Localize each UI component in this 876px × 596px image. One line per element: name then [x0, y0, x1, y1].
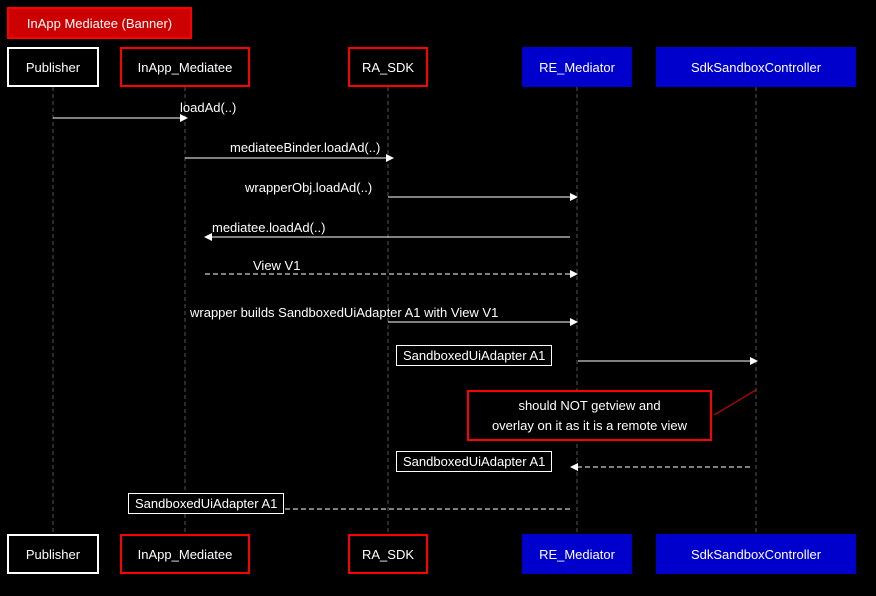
- label-wrapper-obj: wrapperObj.loadAd(..): [245, 180, 372, 195]
- re-mediator-bottom-box: RE_Mediator: [522, 534, 632, 574]
- label-wrapper-builds: wrapper builds SandboxedUiAdapter A1 wit…: [190, 305, 498, 320]
- inapp-mediatee-bottom-box: InApp_Mediatee: [120, 534, 250, 574]
- label-load-ad: loadAd(..): [180, 100, 236, 115]
- note-text: should NOT getview andoverlay on it as i…: [492, 398, 687, 433]
- diagram-title: InApp Mediatee (Banner): [7, 7, 192, 39]
- publisher-top-box: Publisher: [7, 47, 99, 87]
- label-mediatee-binder: mediateeBinder.loadAd(..): [230, 140, 380, 155]
- inapp-mediatee-top-box: InApp_Mediatee: [120, 47, 250, 87]
- label-sandboxed-adapter-3: SandboxedUiAdapter A1: [128, 493, 284, 514]
- ra-sdk-top-box: RA_SDK: [348, 47, 428, 87]
- sdk-sandbox-top-box: SdkSandboxController: [656, 47, 856, 87]
- re-mediator-top-box: RE_Mediator: [522, 47, 632, 87]
- title-text: InApp Mediatee (Banner): [27, 16, 172, 31]
- label-mediatee-load-ad: mediatee.loadAd(..): [212, 220, 325, 235]
- sdk-sandbox-bottom-box: SdkSandboxController: [656, 534, 856, 574]
- note-box: should NOT getview andoverlay on it as i…: [467, 390, 712, 441]
- label-view-v1: View V1: [253, 258, 300, 273]
- publisher-bottom-box: Publisher: [7, 534, 99, 574]
- label-sandboxed-adapter-1: SandboxedUiAdapter A1: [396, 345, 552, 366]
- diagram: InApp Mediatee (Banner) Publisher InApp_…: [0, 0, 876, 596]
- label-sandboxed-adapter-2: SandboxedUiAdapter A1: [396, 451, 552, 472]
- ra-sdk-bottom-box: RA_SDK: [348, 534, 428, 574]
